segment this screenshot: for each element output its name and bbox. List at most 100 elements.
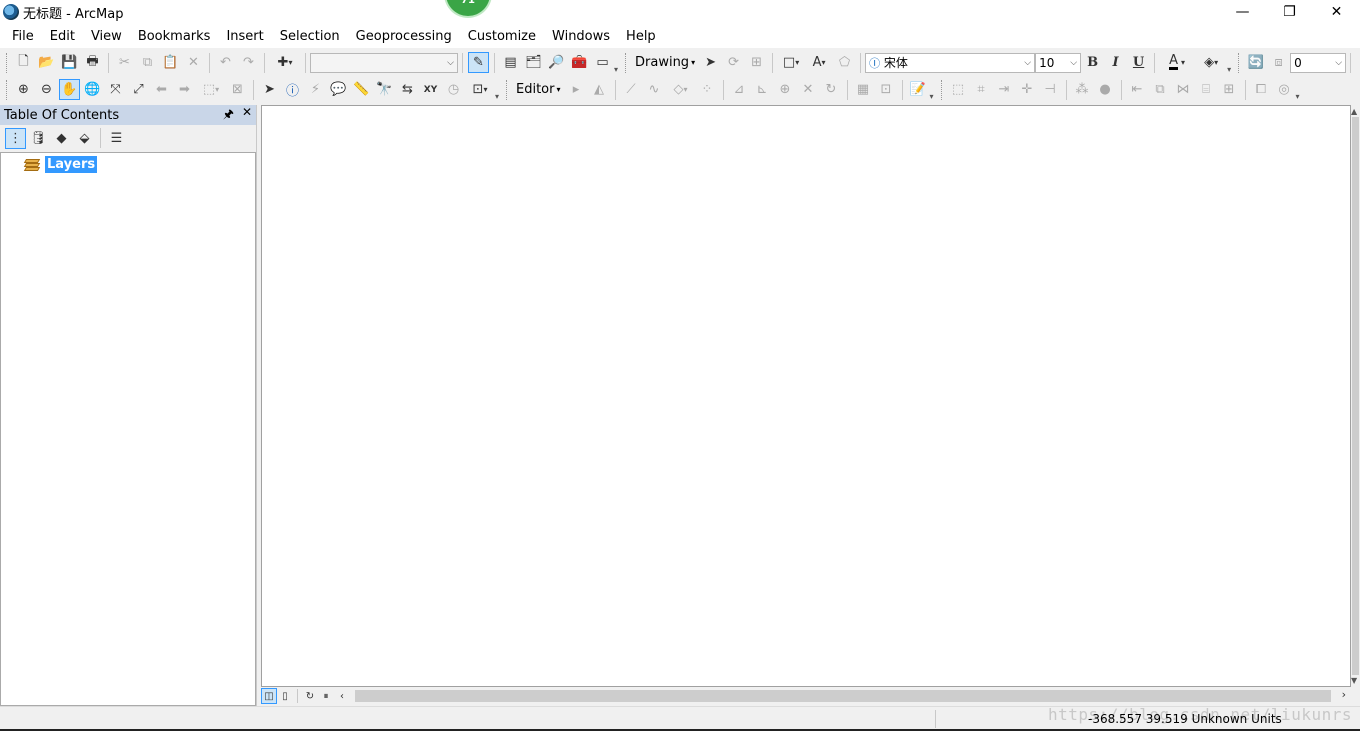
- clear-selection-icon[interactable]: ⊠: [227, 79, 248, 100]
- layers-node[interactable]: Layers: [23, 156, 98, 173]
- split-icon[interactable]: ✕: [798, 79, 819, 100]
- table-of-contents-icon[interactable]: ▤: [500, 52, 521, 73]
- toc-tree[interactable]: Layers: [0, 152, 256, 706]
- list-by-drawing-order-icon[interactable]: ⋮: [5, 127, 26, 149]
- zoom-to-elements-icon[interactable]: ⊞: [746, 52, 767, 73]
- close-icon[interactable]: ✕: [242, 105, 252, 126]
- midpoint-icon[interactable]: ⁘: [697, 79, 718, 100]
- scroll-right-icon[interactable]: ›: [1342, 688, 1346, 701]
- copy-parallel-icon[interactable]: ⧉: [1150, 79, 1171, 100]
- editor-toolbar-icon[interactable]: ✎: [468, 52, 489, 73]
- clip-icon[interactable]: ⧠: [1251, 79, 1272, 100]
- toolbar-overflow-icon[interactable]: ▾: [1296, 79, 1304, 101]
- hyperlink-icon[interactable]: ⚡: [305, 79, 326, 100]
- extend-icon[interactable]: ⇥: [994, 79, 1015, 100]
- list-by-source-icon[interactable]: 🛢: [28, 128, 49, 149]
- select-features-icon[interactable]: ⬚ ▾: [197, 79, 225, 100]
- toolbar-grip[interactable]: [6, 52, 9, 73]
- map-display[interactable]: [261, 105, 1351, 687]
- toolbar-overflow-icon[interactable]: ▾: [930, 79, 938, 101]
- arctoolbox-icon[interactable]: 🧰: [569, 52, 590, 73]
- menu-file[interactable]: File: [4, 24, 42, 48]
- flag-icon[interactable]: ⚑: [1356, 52, 1360, 73]
- list-by-selection-icon[interactable]: ⬙: [74, 128, 95, 149]
- toolbar-overflow-icon[interactable]: ▾: [495, 79, 503, 101]
- full-extent-icon[interactable]: 🌐: [82, 79, 103, 100]
- delete-icon[interactable]: ✕: [183, 52, 204, 73]
- add-data-icon[interactable]: ✚ ▾: [270, 52, 300, 73]
- find-route-icon[interactable]: ⇆: [397, 79, 418, 100]
- underline-button[interactable]: U: [1128, 52, 1149, 73]
- toolbar-grip[interactable]: [6, 79, 9, 100]
- sketch-properties-icon[interactable]: ⊡: [876, 79, 897, 100]
- italic-button[interactable]: I: [1105, 52, 1126, 73]
- redo-icon[interactable]: ↷: [238, 52, 259, 73]
- rotation-angle-combo[interactable]: 0 ⌵: [1290, 52, 1347, 73]
- fixed-zoom-out-icon[interactable]: ⤢: [128, 79, 149, 100]
- restore-button[interactable]: ❐: [1266, 0, 1313, 24]
- vertical-scrollbar[interactable]: ▲ ▼: [1351, 105, 1360, 687]
- zoom-in-icon[interactable]: ⊕: [13, 79, 34, 100]
- go-to-xy-icon[interactable]: XY: [420, 79, 441, 100]
- line-intersection-icon[interactable]: ⊣: [1040, 79, 1061, 100]
- text-tool-icon[interactable]: A ▾: [806, 52, 832, 73]
- horizontal-scroll-thumb[interactable]: [355, 690, 1331, 702]
- new-document-icon[interactable]: 🗋: [13, 52, 34, 73]
- curve-segment-icon[interactable]: ∿: [644, 79, 665, 100]
- identify-icon[interactable]: ⓘ: [282, 79, 303, 100]
- edit-annotation-icon[interactable]: ◭: [589, 79, 610, 100]
- search-window-icon[interactable]: 🔎: [546, 52, 567, 73]
- cut-polygons-icon[interactable]: ⊕: [775, 79, 796, 100]
- straight-segment-icon[interactable]: ⟋: [621, 79, 642, 100]
- data-view-icon[interactable]: ◫: [261, 688, 277, 704]
- measure-icon[interactable]: 📏: [351, 79, 372, 100]
- pan-icon[interactable]: ✋: [59, 79, 80, 100]
- vertical-scroll-thumb[interactable]: [1352, 117, 1359, 675]
- notification-badge[interactable]: 71: [444, 0, 492, 18]
- trim-icon[interactable]: ✛: [1017, 79, 1038, 100]
- scroll-left-icon[interactable]: ‹: [334, 688, 350, 704]
- pause-drawing-icon[interactable]: ⏸: [318, 688, 334, 704]
- create-viewer-window-icon[interactable]: ⊡ ▾: [466, 79, 494, 100]
- catalog-icon[interactable]: 🗂: [523, 52, 544, 73]
- font-name-combo[interactable]: Ⓘ 宋体 ⌵: [865, 52, 1036, 73]
- toolbar-overflow-icon[interactable]: ▾: [1227, 52, 1235, 74]
- print-icon[interactable]: 🖶: [82, 52, 103, 73]
- edit-vertices-tool-icon[interactable]: ⊿: [729, 79, 750, 100]
- toolbar-grip[interactable]: [506, 79, 509, 100]
- menu-help[interactable]: Help: [618, 24, 664, 48]
- toolbar-grip[interactable]: [1238, 52, 1241, 73]
- buffer-icon[interactable]: ⌸: [1196, 79, 1217, 100]
- save-icon[interactable]: 💾: [59, 52, 80, 73]
- union-icon[interactable]: ⊞: [1219, 79, 1240, 100]
- menu-edit[interactable]: Edit: [42, 24, 83, 48]
- pin-icon[interactable]: 🖈: [223, 105, 234, 126]
- font-color-icon[interactable]: A ▾: [1160, 52, 1194, 73]
- select-pointer-icon[interactable]: ➤: [259, 79, 280, 100]
- menu-customize[interactable]: Customize: [460, 24, 544, 48]
- generalize-icon[interactable]: ⁂: [1072, 79, 1093, 100]
- find-icon[interactable]: 🔭: [374, 79, 395, 100]
- editor-menu[interactable]: Editor ▾: [512, 82, 565, 97]
- open-folder-icon[interactable]: 📂: [36, 52, 57, 73]
- scroll-down-icon[interactable]: ▼: [1351, 676, 1357, 685]
- bold-button[interactable]: B: [1082, 52, 1103, 73]
- menu-selection[interactable]: Selection: [272, 24, 348, 48]
- attributes-icon[interactable]: ▦: [853, 79, 874, 100]
- zoom-out-icon[interactable]: ⊖: [36, 79, 57, 100]
- edit-tool-icon[interactable]: ▸: [566, 79, 587, 100]
- reshape-icon[interactable]: ⊾: [752, 79, 773, 100]
- toc-options-icon[interactable]: ☰: [106, 128, 127, 149]
- smooth-icon[interactable]: ●: [1095, 79, 1116, 100]
- copy-icon[interactable]: ⧉: [137, 52, 158, 73]
- scroll-up-icon[interactable]: ▲: [1351, 107, 1357, 116]
- cut-icon[interactable]: ✂: [114, 52, 135, 73]
- rectangle-icon[interactable]: □ ▾: [778, 52, 804, 73]
- layers-label[interactable]: Layers: [45, 156, 98, 173]
- refresh-icon[interactable]: ↻: [302, 688, 318, 704]
- layout-view-icon[interactable]: ▯: [277, 688, 293, 704]
- undo-icon[interactable]: ↶: [215, 52, 236, 73]
- python-window-icon[interactable]: ▭: [592, 52, 613, 73]
- drawing-menu[interactable]: Drawing ▾: [631, 55, 699, 70]
- fixed-zoom-in-icon[interactable]: ⤧: [105, 79, 126, 100]
